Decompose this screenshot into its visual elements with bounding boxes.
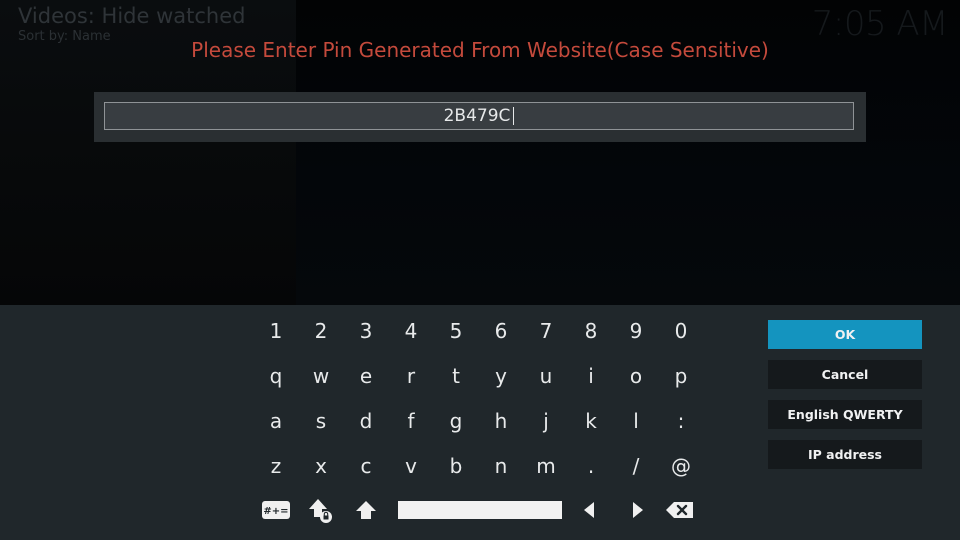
key-w[interactable]: w [301,356,341,396]
keyboard-layout-button[interactable]: English QWERTY [768,400,922,429]
pin-input-value: 2B479C [443,106,511,126]
symbols-key[interactable]: #+= [256,490,296,530]
arrow-left-icon [584,502,594,518]
key-u[interactable]: u [526,356,566,396]
cursor-left-key[interactable] [570,490,610,530]
key-x[interactable]: x [301,446,341,486]
key-8[interactable]: 8 [571,311,611,351]
shift-icon [356,501,376,519]
key-9[interactable]: 9 [616,311,656,351]
key-c[interactable]: c [346,446,386,486]
key-v[interactable]: v [391,446,431,486]
on-screen-keyboard: 1 2 3 4 5 6 7 8 9 0 q w e r t y u i o p … [0,305,960,540]
backspace-icon [666,502,693,518]
key-e[interactable]: e [346,356,386,396]
key-7[interactable]: 7 [526,311,566,351]
key-k[interactable]: k [571,401,611,441]
key-l[interactable]: l [616,401,656,441]
key-period[interactable]: . [571,446,611,486]
shift-lock-key[interactable] [301,490,341,530]
key-i[interactable]: i [571,356,611,396]
key-slash[interactable]: / [616,446,656,486]
arrow-right-icon [633,502,643,518]
shift-key[interactable] [346,490,386,530]
key-z[interactable]: z [256,446,296,486]
key-1[interactable]: 1 [256,311,296,351]
ip-address-button[interactable]: IP address [768,440,922,469]
symbols-key-label: #+= [263,506,288,517]
text-caret [513,107,515,125]
key-4[interactable]: 4 [391,311,431,351]
key-j[interactable]: j [526,401,566,441]
key-q[interactable]: q [256,356,296,396]
cursor-right-key[interactable] [617,490,657,530]
key-2[interactable]: 2 [301,311,341,351]
key-d[interactable]: d [346,401,386,441]
cancel-button[interactable]: Cancel [768,360,922,389]
key-n[interactable]: n [481,446,521,486]
key-b[interactable]: b [436,446,476,486]
key-m[interactable]: m [526,446,566,486]
key-r[interactable]: r [391,356,431,396]
key-h[interactable]: h [481,401,521,441]
symbols-icon: #+= [262,501,290,519]
key-y[interactable]: y [481,356,521,396]
kodi-keyboard-screen: Videos: Hide watched Sort by: Name 7:05 … [0,0,960,540]
window-title: Videos: Hide watched [18,4,246,28]
key-f[interactable]: f [391,401,431,441]
key-o[interactable]: o [616,356,656,396]
key-at[interactable]: @ [661,446,701,486]
input-panel: 2B479C [94,92,866,142]
key-0[interactable]: 0 [661,311,701,351]
key-s[interactable]: s [301,401,341,441]
pin-input[interactable]: 2B479C [104,102,854,130]
key-6[interactable]: 6 [481,311,521,351]
ok-button[interactable]: OK [768,320,922,349]
key-a[interactable]: a [256,401,296,441]
backspace-key[interactable] [660,490,700,530]
key-3[interactable]: 3 [346,311,386,351]
key-g[interactable]: g [436,401,476,441]
dialog-prompt: Please Enter Pin Generated From Website(… [191,38,769,62]
key-5[interactable]: 5 [436,311,476,351]
key-colon[interactable]: : [661,401,701,441]
key-t[interactable]: t [436,356,476,396]
key-p[interactable]: p [661,356,701,396]
shift-lock-icon [309,499,332,523]
space-bar[interactable] [398,501,562,519]
